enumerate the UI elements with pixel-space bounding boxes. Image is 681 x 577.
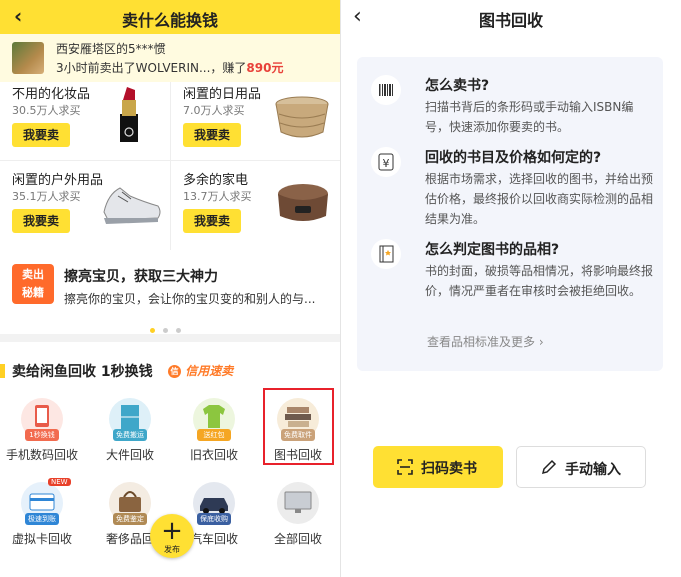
credit-icon: 信	[168, 365, 181, 378]
plus-icon: +	[161, 516, 183, 546]
promo-badge: 卖出 秘籍	[12, 264, 54, 304]
more-standards-link[interactable]: 查看品相标准及更多 ›	[427, 333, 544, 350]
section-accent	[0, 364, 5, 378]
scan-sell-button[interactable]: 扫码卖书	[373, 446, 503, 488]
item-label: 大件回收	[105, 448, 154, 462]
yen-icon: ¥	[371, 147, 401, 177]
recycle-item-clothes[interactable]: 送红包 旧衣回收	[172, 398, 256, 478]
item-tag: 送红包	[197, 429, 231, 441]
category-name: 不用的化妆品	[12, 87, 91, 102]
basket-icon	[275, 96, 329, 138]
sell-button[interactable]: 我要卖	[183, 209, 241, 233]
faq-card: 怎么卖书? 扫描书背后的条形码或手动输入ISBN编号，快速添加你要卖的书。 ¥ …	[357, 57, 663, 371]
category-count: 7.0万人求买	[183, 104, 245, 117]
recycle-title: 卖给闲鱼回收 1秒换钱	[12, 364, 153, 380]
carousel-dot[interactable]	[150, 328, 155, 333]
scan-icon	[397, 459, 413, 475]
sell-home-panel: ‹ 卖什么能换钱 西安雁塔区的5***惯 3小时前卖出了WOLVERIN...，…	[0, 0, 340, 577]
barcode-icon	[371, 75, 401, 105]
item-label: 虚拟卡回收	[11, 532, 72, 546]
sneaker-icon	[103, 187, 161, 224]
scan-sell-label: 扫码卖书	[421, 461, 477, 477]
category-count: 35.1万人求买	[12, 190, 81, 203]
selection-highlight	[263, 388, 334, 465]
ticker-user: 西安雁塔区的5***惯	[56, 42, 166, 56]
category-card-daily[interactable]: 闲置的日用品 7.0万人求买 我要卖	[171, 82, 340, 166]
book-recycle-panel: ‹ 图书回收 怎么卖书? 扫描书背后的条形码或手动输入ISBN编号，快速添加你要…	[341, 0, 681, 577]
recycle-section: 卖给闲鱼回收 1秒换钱 信 信用速卖 1秒換钱 手机数码回收 免费搬运 大件回收…	[0, 342, 340, 577]
ticker-amount: 890元	[246, 61, 284, 75]
sell-button[interactable]: 我要卖	[183, 123, 241, 147]
faq-title: 怎么卖书?	[425, 78, 490, 94]
item-tag: 极速到账	[25, 513, 59, 525]
promo-banner[interactable]: 卖出秘籍 擦亮宝贝，获取三大神力 擦亮你的宝贝，会让你的宝贝变的和别人的与...	[0, 250, 340, 334]
badge-text: 秘籍	[22, 286, 44, 299]
category-card-cosmetics[interactable]: 不用的化妆品 30.5万人求买 我要卖	[0, 82, 170, 166]
faq-title: 怎么判定图书的品相?	[425, 242, 560, 258]
category-count: 30.5万人求买	[12, 104, 81, 117]
faq-title: 回收的书目及价格如何定的?	[425, 150, 602, 166]
recycle-item-virtual-card[interactable]: 极速到账 NEW 虚拟卡回收	[0, 478, 84, 562]
category-card-outdoor[interactable]: 闲置的户外用品 35.1万人求买 我要卖	[0, 168, 170, 252]
pencil-icon	[541, 459, 557, 475]
category-name: 闲置的日用品	[183, 87, 262, 102]
top-bar: ‹ 卖什么能换钱	[0, 0, 340, 34]
rice-cooker-icon	[278, 184, 328, 221]
item-label: 全部回收	[273, 532, 322, 546]
recycle-item-phone[interactable]: 1秒換钱 手机数码回收	[0, 398, 84, 478]
faq-body: 书的封面，破损等品相情况，将影响最终报价，情况严重者在审核时会被拒绝回收。	[425, 264, 654, 298]
category-name: 闲置的户外用品	[12, 173, 104, 188]
sell-button[interactable]: 我要卖	[12, 123, 70, 147]
credit-badge: 信 信用速卖	[168, 362, 233, 379]
item-tag: 免费搬运	[113, 429, 147, 441]
carousel-dots	[150, 318, 189, 337]
category-card-appliance[interactable]: 多余的家电 13.7万人求买 我要卖	[171, 168, 340, 252]
new-badge: NEW	[48, 478, 71, 486]
item-tag: 1秒換钱	[25, 429, 59, 441]
publish-button[interactable]: + 发布	[150, 514, 194, 558]
item-label: 旧衣回收	[189, 448, 238, 462]
publish-label: 发布	[164, 545, 180, 554]
promo-subtitle: 擦亮你的宝贝，会让你的宝贝变的和别人的与...	[64, 292, 316, 306]
credit-label: 信用速卖	[185, 364, 234, 378]
faq-body: 扫描书背后的条形码或手动输入ISBN编号，快速添加你要卖的书。	[425, 100, 634, 134]
ticker-message: 3小时前卖出了WOLVERIN...，赚了890元	[56, 61, 284, 75]
category-grid: 不用的化妆品 30.5万人求买 我要卖 闲置的日用品 7.0万人求买 我要卖 闲…	[0, 82, 340, 250]
item-tag: 免费鉴定	[113, 513, 147, 525]
book-quality-icon	[371, 239, 401, 269]
item-label: 手机数码回收	[5, 448, 78, 462]
sell-button[interactable]: 我要卖	[12, 209, 70, 233]
svg-text:¥: ¥	[383, 157, 390, 170]
page-title: 卖什么能换钱	[121, 11, 218, 30]
item-tag: 保底收购	[197, 513, 231, 525]
avatar	[12, 42, 44, 74]
page-title: 图书回收	[478, 11, 543, 30]
chevron-right-icon: ›	[538, 335, 544, 349]
carousel-dot[interactable]	[163, 328, 168, 333]
carousel-dot[interactable]	[176, 328, 181, 333]
category-name: 多余的家电	[183, 173, 249, 188]
promo-title: 擦亮宝贝，获取三大神力	[64, 269, 218, 285]
lipstick-icon	[120, 87, 138, 142]
monitor-icon	[277, 482, 319, 524]
recycle-item-all[interactable]: 全部回收	[256, 482, 340, 562]
badge-text: 卖出	[22, 268, 44, 281]
more-link-label: 查看品相标准及更多	[427, 335, 536, 349]
recycle-item-furniture[interactable]: 免费搬运 大件回收	[88, 398, 172, 478]
manual-input-label: 手动输入	[565, 462, 621, 478]
sale-ticker[interactable]: 西安雁塔区的5***惯 3小时前卖出了WOLVERIN...，赚了890元	[0, 34, 340, 82]
manual-input-button[interactable]: 手动输入	[516, 446, 646, 488]
faq-body: 根据市场需求，选择回收的图书，并给出预估价格，最终报价以回收商实际检测的品相结果…	[425, 172, 654, 226]
category-count: 13.7万人求买	[183, 190, 252, 203]
